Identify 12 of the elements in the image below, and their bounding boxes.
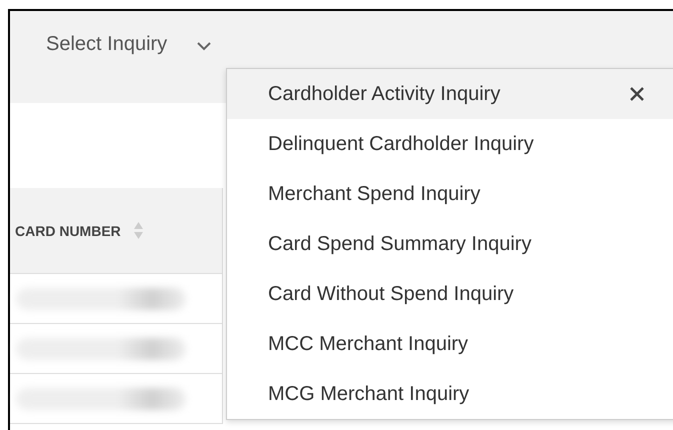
column-header[interactable]: CARD NUMBER <box>10 188 222 274</box>
select-inquiry-dropdown[interactable]: Select Inquiry <box>46 33 212 56</box>
menu-item[interactable]: Merchant Spend Inquiry <box>227 169 673 219</box>
chevron-down-icon <box>197 42 212 51</box>
sort-icon <box>132 220 144 240</box>
menu-item[interactable]: MCC Merchant Inquiry <box>227 319 673 369</box>
menu-item[interactable]: Cardholder Activity Inquiry <box>227 69 673 119</box>
menu-item[interactable]: Card Without Spend Inquiry <box>227 269 673 319</box>
close-icon[interactable] <box>630 87 644 101</box>
menu-item[interactable]: Card Spend Summary Inquiry <box>227 219 673 269</box>
menu-item[interactable]: MCG Merchant Inquiry <box>227 369 673 419</box>
menu-item[interactable]: Delinquent Cardholder Inquiry <box>227 119 673 169</box>
